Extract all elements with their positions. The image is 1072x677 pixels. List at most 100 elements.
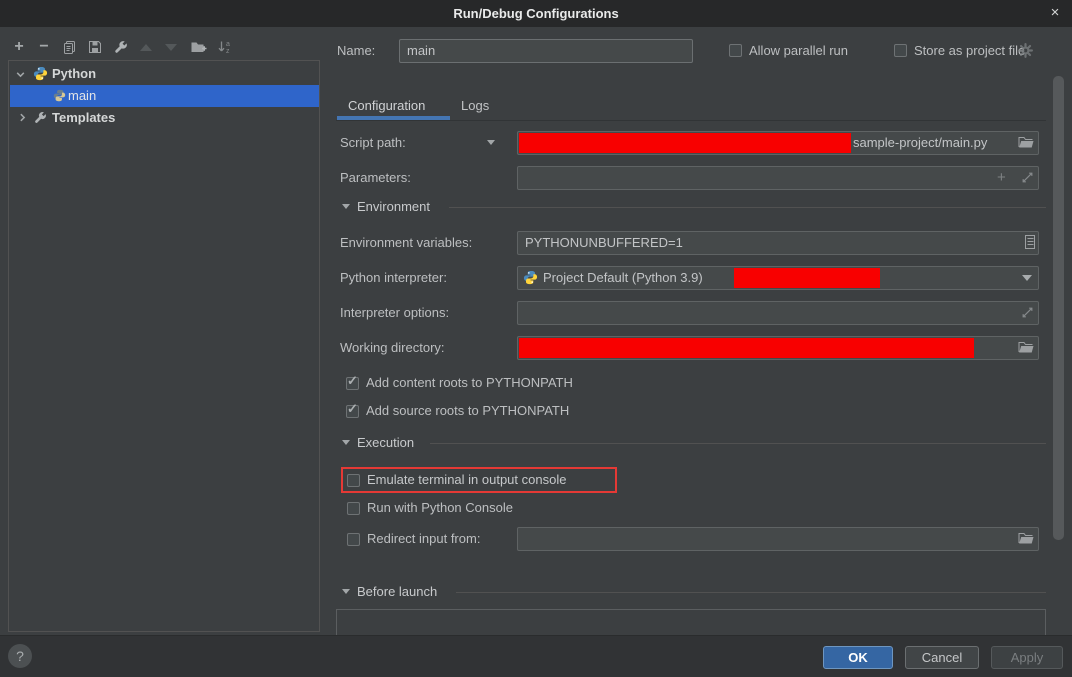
- cancel-button[interactable]: Cancel: [905, 646, 979, 669]
- folder-icon[interactable]: [1018, 532, 1034, 545]
- wrench-icon: [33, 111, 47, 125]
- before-launch-section-title: Before launch: [357, 583, 437, 601]
- tree-item-label: Python: [52, 63, 96, 85]
- tab-configuration[interactable]: Configuration: [348, 96, 425, 116]
- edit-variables-icon[interactable]: [1024, 234, 1036, 250]
- sort-configurations-button[interactable]: az: [214, 37, 236, 57]
- close-icon[interactable]: ×: [1042, 0, 1068, 27]
- move-up-button[interactable]: [135, 37, 157, 57]
- tree-item-label: main: [68, 85, 96, 107]
- section-divider: [430, 443, 1046, 444]
- add-content-roots-checkbox[interactable]: ✓: [346, 377, 359, 390]
- store-as-project-file-checkbox[interactable]: [894, 44, 907, 57]
- folder-icon[interactable]: [1018, 136, 1034, 149]
- tree-item-python[interactable]: Python: [10, 63, 319, 85]
- plus-icon: +: [14, 39, 23, 55]
- configurations-tree-panel: Python main Templates: [8, 60, 320, 632]
- arrow-up-icon: [140, 44, 152, 51]
- redaction-bar: [734, 268, 880, 288]
- new-folder-button[interactable]: [187, 37, 209, 57]
- check-icon: ✓: [347, 373, 358, 389]
- minus-icon: −: [39, 39, 48, 55]
- remove-configuration-button[interactable]: −: [33, 37, 55, 57]
- name-value: main: [400, 40, 692, 62]
- environment-collapse-icon[interactable]: [342, 204, 350, 209]
- copy-configuration-button[interactable]: [58, 37, 80, 57]
- parameters-input[interactable]: [517, 166, 1039, 190]
- python-icon: [53, 89, 66, 102]
- check-icon: ✓: [347, 401, 358, 417]
- tree-item-main[interactable]: main: [10, 85, 319, 107]
- chevron-down-icon[interactable]: [15, 69, 26, 80]
- add-macro-icon[interactable]: +: [997, 166, 1006, 190]
- store-as-project-file-label: Store as project file: [914, 39, 1025, 63]
- execution-section-title: Execution: [357, 434, 414, 452]
- section-divider: [449, 207, 1046, 208]
- name-label: Name:: [337, 39, 375, 63]
- new-folder-icon: [190, 40, 207, 54]
- apply-button[interactable]: Apply: [991, 646, 1063, 669]
- interpreter-dropdown-icon[interactable]: [1022, 275, 1032, 281]
- before-launch-task-list: [336, 609, 1046, 635]
- python-interpreter-label: Python interpreter:: [340, 266, 447, 290]
- name-input[interactable]: main: [399, 39, 693, 63]
- gear-icon[interactable]: [1018, 43, 1033, 58]
- chevron-right-icon[interactable]: [17, 112, 28, 123]
- script-path-value: sample-project/main.py: [853, 131, 987, 155]
- add-configuration-button[interactable]: +: [8, 37, 30, 57]
- add-source-roots-label: Add source roots to PYTHONPATH: [366, 399, 569, 423]
- redaction-bar: [519, 338, 974, 358]
- redirect-input-label: Redirect input from:: [367, 527, 480, 551]
- svg-text:z: z: [226, 48, 230, 54]
- ok-button[interactable]: OK: [823, 646, 893, 669]
- redirect-input-file-input[interactable]: [517, 527, 1039, 551]
- add-content-roots-label: Add content roots to PYTHONPATH: [366, 371, 573, 395]
- save-icon: [88, 40, 102, 54]
- environment-variables-label: Environment variables:: [340, 231, 472, 255]
- move-down-button[interactable]: [160, 37, 182, 57]
- redaction-bar: [519, 133, 851, 153]
- emulate-terminal-checkbox[interactable]: [347, 474, 360, 487]
- tab-logs[interactable]: Logs: [461, 96, 489, 116]
- emulate-terminal-label: Emulate terminal in output console: [367, 468, 566, 492]
- section-divider: [456, 592, 1046, 593]
- environment-variables-value: PYTHONUNBUFFERED=1: [518, 232, 1038, 254]
- python-icon: [33, 66, 48, 81]
- execution-collapse-icon[interactable]: [342, 440, 350, 445]
- interpreter-options-label: Interpreter options:: [340, 301, 449, 325]
- run-with-python-console-label: Run with Python Console: [367, 496, 513, 520]
- save-configuration-button[interactable]: [84, 37, 106, 57]
- tree-item-label: Templates: [52, 107, 115, 129]
- help-button[interactable]: ?: [8, 644, 32, 668]
- sort-az-icon: az: [217, 40, 233, 54]
- tree-item-templates[interactable]: Templates: [10, 107, 319, 129]
- footer-bar: ? OK Cancel Apply: [0, 635, 1072, 677]
- vertical-scrollbar-thumb[interactable]: [1053, 76, 1064, 540]
- environment-section-title: Environment: [357, 198, 430, 216]
- dialog-title: Run/Debug Configurations: [0, 0, 1072, 27]
- edit-templates-button[interactable]: [109, 37, 131, 57]
- svg-text:a: a: [226, 41, 230, 48]
- expand-field-icon[interactable]: [1021, 306, 1034, 319]
- redirect-input-checkbox[interactable]: [347, 533, 360, 546]
- allow-parallel-run-label: Allow parallel run: [749, 39, 848, 63]
- copy-icon: [62, 40, 77, 55]
- interpreter-options-input[interactable]: [517, 301, 1039, 325]
- expand-field-icon[interactable]: [1021, 171, 1034, 184]
- working-directory-label: Working directory:: [340, 336, 445, 360]
- before-launch-collapse-icon[interactable]: [342, 589, 350, 594]
- script-path-label: Script path:: [340, 131, 406, 155]
- run-with-python-console-checkbox[interactable]: [347, 502, 360, 515]
- parameters-label: Parameters:: [340, 166, 411, 190]
- add-source-roots-checkbox[interactable]: ✓: [346, 405, 359, 418]
- allow-parallel-run-checkbox[interactable]: [729, 44, 742, 57]
- tabs-divider: [336, 120, 1046, 121]
- script-path-type-dropdown-icon[interactable]: [487, 140, 495, 145]
- arrow-down-icon: [165, 44, 177, 51]
- title-bar: Run/Debug Configurations ×: [0, 0, 1072, 27]
- python-interpreter-value: Project Default (Python 3.9): [543, 266, 703, 290]
- folder-icon[interactable]: [1018, 341, 1034, 354]
- python-icon: [523, 270, 538, 285]
- wrench-icon: [113, 40, 128, 55]
- environment-variables-input[interactable]: PYTHONUNBUFFERED=1: [517, 231, 1039, 255]
